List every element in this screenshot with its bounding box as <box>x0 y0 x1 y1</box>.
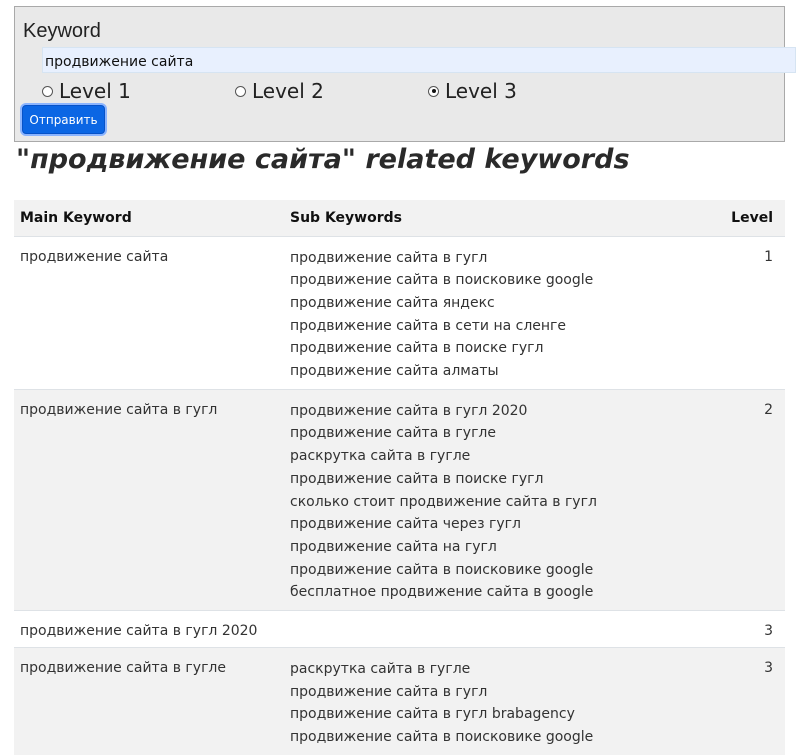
table-header-row: Main Keyword Sub Keywords Level <box>14 200 785 237</box>
sub-keyword-item: продвижение сайта в гугл <box>290 683 488 700</box>
table-body: продвижение сайта продвижение сайта в гуг… <box>14 235 785 755</box>
level-3-label: Level 3 <box>445 79 517 103</box>
level-2-label: Level 2 <box>252 79 324 103</box>
sub-keyword-item: бесплатное продвижение сайта в google <box>290 584 594 601</box>
header-sub-keywords: Sub Keywords <box>284 200 704 237</box>
level-2-radio-circle[interactable] <box>235 85 246 97</box>
sub-keyword-item: раскрутка сайта в гугле <box>290 448 471 465</box>
table-row: продвижение сайта в гугле раскрутка сайта… <box>14 647 785 755</box>
level-cell: 1 <box>704 235 785 390</box>
level-1-label: Level 1 <box>59 79 131 103</box>
sub-keyword-item: продвижение сайта в сети на сленге <box>290 317 567 334</box>
keywords-table: Main Keyword Sub Keywords Level продвиже… <box>14 200 785 755</box>
level-3-radio-circle[interactable] <box>428 85 439 97</box>
sub-keyword-item: сколько стоит продвижение сайта в гугл <box>290 493 597 510</box>
level-3-radio[interactable]: Level 3 <box>428 79 517 103</box>
sub-keywords-cell: продвижение сайта в гугл 2020 продвижение… <box>284 388 704 611</box>
header-main-keyword: Main Keyword <box>14 200 284 237</box>
level-1-radio-circle[interactable] <box>42 85 53 97</box>
sub-keyword-item: продвижение сайта в гугл 2020 <box>290 402 528 419</box>
sub-keyword-item: продвижение сайта в поисковике google <box>290 729 594 746</box>
table-row: продвижение сайта в гугл 2020 3 <box>14 610 785 648</box>
keyword-form: Keyword Level 1 Level 2 Level 3 Отправит… <box>14 6 796 142</box>
sub-keyword-item: продвижение сайта на гугл <box>290 538 497 555</box>
level-cell: 3 <box>704 647 785 755</box>
level-cell: 2 <box>704 388 785 611</box>
header-level: Level <box>704 200 785 237</box>
sub-keywords-cell: раскрутка сайта в гугле продвижение сайта… <box>284 647 704 755</box>
sub-keyword-item: продвижение сайта в гугл <box>290 249 488 266</box>
sub-keyword-item: продвижение сайта через гугл <box>290 516 521 533</box>
keyword-input[interactable] <box>42 47 796 73</box>
main-keyword-cell: продвижение сайта в гугл <box>14 388 284 611</box>
submit-button[interactable]: Отправить <box>22 105 105 134</box>
main-keyword-cell: продвижение сайта <box>14 235 284 390</box>
table-row: продвижение сайта в гугл продвижение сайт… <box>14 388 785 611</box>
sub-keywords-cell: продвижение сайта в гугл продвижение сайт… <box>284 235 704 390</box>
keyword-label: Keyword <box>23 20 101 42</box>
sub-keyword-item: продвижение сайта яндекс <box>290 294 495 311</box>
level-cell: 3 <box>704 610 785 648</box>
page-title: "продвижение сайта" related keywords <box>16 144 630 175</box>
sub-keyword-item: продвижение сайта в поисковике google <box>290 272 594 289</box>
level-1-radio[interactable]: Level 1 <box>42 79 131 103</box>
sub-keyword-item: продвижение сайта в гугл brabagency <box>290 706 575 723</box>
main-keyword-cell: продвижение сайта в гугле <box>14 647 284 755</box>
sub-keywords-cell <box>284 610 704 648</box>
sub-keyword-item: раскрутка сайта в гугле <box>290 661 471 678</box>
main-keyword-cell: продвижение сайта в гугл 2020 <box>14 610 284 648</box>
sub-keyword-item: продвижение сайта в гугле <box>290 425 496 442</box>
sub-keyword-item: продвижение сайта в поисковике google <box>290 561 594 578</box>
sub-keyword-item: продвижение сайта в поиске гугл <box>290 470 544 487</box>
table-row: продвижение сайта продвижение сайта в гуг… <box>14 235 785 390</box>
sub-keyword-item: продвижение сайта в поиске гугл <box>290 340 544 357</box>
level-2-radio[interactable]: Level 2 <box>235 79 324 103</box>
sub-keyword-item: продвижение сайта алматы <box>290 363 499 380</box>
